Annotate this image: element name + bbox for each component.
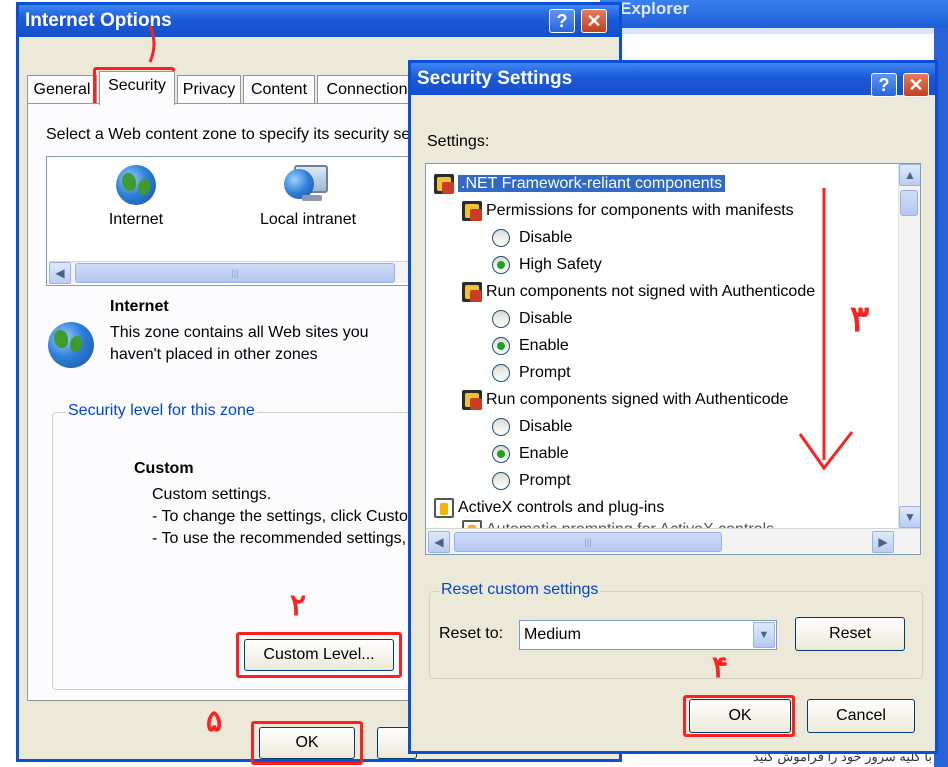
radio-label: High Safety: [519, 256, 602, 273]
settings-group-icon: [462, 200, 482, 221]
radio-signed-prompt[interactable]: Prompt: [492, 467, 571, 494]
scroll-thumb[interactable]: [900, 190, 918, 216]
annotation-step4: ۴: [712, 650, 729, 685]
reset-group-label: Reset custom settings: [439, 581, 601, 599]
tree-item-not-signed-label: Run components not signed with Authentic…: [486, 283, 816, 300]
radio-label: Disable: [519, 418, 573, 435]
reset-to-dropdown[interactable]: Medium ▼: [519, 620, 777, 650]
intranet-icon: [284, 165, 332, 205]
tab-content[interactable]: Content: [243, 75, 315, 103]
dotnet-icon: [434, 173, 454, 194]
zone-globe-icon: [48, 322, 94, 368]
internet-options-title: Internet Options: [25, 10, 172, 31]
scroll-thumb[interactable]: |||: [75, 263, 395, 283]
radio-not-signed-disable[interactable]: Disable: [492, 305, 572, 332]
radio-permissions-disable[interactable]: Disable: [492, 224, 572, 251]
radio-label: Enable: [519, 445, 569, 462]
radio-not-signed-enable[interactable]: Enable: [492, 332, 569, 359]
tree-item-dotnet-label: .NET Framework-reliant components: [458, 175, 726, 192]
tab-privacy[interactable]: Privacy: [177, 75, 241, 103]
annotation-step3: ۳: [850, 298, 870, 340]
tree-item-permissions[interactable]: Permissions for components with manifest…: [462, 197, 794, 224]
annotation-step2: ۲: [290, 588, 307, 623]
tab-connections[interactable]: Connection: [317, 75, 417, 103]
radio-button-selected[interactable]: [492, 444, 510, 463]
scroll-thumb[interactable]: |||: [454, 532, 722, 552]
help-button[interactable]: ?: [549, 9, 575, 33]
settings-group-icon: [462, 389, 482, 410]
zone-description-line2: haven't placed in other zones: [110, 346, 318, 363]
zone-title: Internet: [110, 298, 169, 315]
custom-level-highlight: [236, 632, 402, 678]
radio-button-selected[interactable]: [492, 255, 510, 274]
scroll-left-icon[interactable]: ◀: [49, 262, 71, 284]
radio-button[interactable]: [492, 309, 510, 328]
zone-internet[interactable]: Internet: [71, 165, 201, 229]
settings-label: Settings:: [427, 133, 490, 150]
tab-general[interactable]: General: [27, 75, 97, 103]
zone-local-intranet-label: Local intranet: [259, 211, 357, 228]
tree-item-signed-label: Run components signed with Authenticode: [486, 391, 789, 408]
radio-label: Disable: [519, 310, 573, 327]
radio-label: Prompt: [519, 364, 571, 381]
reset-button[interactable]: Reset: [795, 617, 905, 651]
close-button[interactable]: ✕: [903, 73, 929, 97]
chevron-down-icon[interactable]: ▼: [753, 622, 775, 648]
radio-signed-disable[interactable]: Disable: [492, 413, 572, 440]
radio-not-signed-prompt[interactable]: Prompt: [492, 359, 571, 386]
zone-internet-label: Internet: [108, 211, 164, 228]
radio-signed-enable[interactable]: Enable: [492, 440, 569, 467]
security-level-label: Security level for this zone: [66, 402, 257, 420]
help-button[interactable]: ?: [871, 73, 897, 97]
level-desc-2: - To change the settings, click Custon: [152, 508, 417, 525]
security-settings-title: Security Settings: [417, 68, 573, 89]
radio-button-selected[interactable]: [492, 336, 510, 355]
scroll-left-icon[interactable]: ◀: [428, 531, 450, 553]
reset-to-label: Reset to:: [439, 625, 504, 642]
tree-horizontal-scrollbar[interactable]: ◀ ||| ▶: [426, 528, 920, 554]
radio-label: Disable: [519, 229, 573, 246]
cancel-button[interactable]: Cancel: [807, 699, 915, 733]
tree-vertical-scrollbar[interactable]: ▲ ▼: [898, 164, 920, 530]
tree-item-dotnet[interactable]: .NET Framework-reliant components: [434, 170, 726, 197]
close-button[interactable]: ✕: [581, 9, 607, 33]
settings-group-icon: [462, 281, 482, 302]
radio-button[interactable]: [492, 471, 510, 490]
background-toolbar-strip: [600, 28, 934, 34]
radio-button[interactable]: [492, 228, 510, 247]
annotation-step5: ۵: [206, 704, 223, 739]
tree-item-signed[interactable]: Run components signed with Authenticode: [462, 386, 788, 413]
level-desc-1: Custom settings.: [152, 486, 272, 503]
ok-button-highlight: [251, 721, 363, 765]
globe-icon: [116, 165, 156, 205]
tree-item-not-signed[interactable]: Run components not signed with Authentic…: [462, 278, 815, 305]
level-desc-3: - To use the recommended settings, c: [152, 530, 419, 547]
reset-to-value: Medium: [524, 626, 581, 643]
scroll-right-icon[interactable]: ▶: [872, 531, 894, 553]
scroll-up-icon[interactable]: ▲: [899, 164, 920, 186]
radio-permissions-high-safety[interactable]: High Safety: [492, 251, 602, 278]
settings-tree[interactable]: .NET Framework-reliant components Permis…: [425, 163, 921, 555]
radio-label: Enable: [519, 337, 569, 354]
zone-description-line1: This zone contains all Web sites you: [110, 324, 369, 341]
scroll-down-icon[interactable]: ▼: [899, 506, 920, 528]
background-window-title: Explorer: [600, 0, 948, 28]
radio-label: Prompt: [519, 472, 571, 489]
zone-list-scrollbar[interactable]: ◀ |||: [49, 261, 423, 284]
zone-prompt: Select a Web content zone to specify its…: [46, 126, 411, 143]
activex-icon: [434, 497, 454, 518]
level-name: Custom: [134, 460, 194, 477]
tree-item-permissions-label: Permissions for components with manifest…: [486, 202, 794, 219]
zone-local-intranet[interactable]: Local intranet: [243, 165, 373, 229]
security-settings-titlebar[interactable]: Security Settings: [411, 63, 935, 95]
radio-button[interactable]: [492, 363, 510, 382]
radio-button[interactable]: [492, 417, 510, 436]
tab-security[interactable]: Security: [99, 71, 175, 105]
security-settings-dialog: Security Settings ? ✕ Settings: .NET Fra…: [408, 60, 938, 754]
internet-options-titlebar[interactable]: Internet Options: [19, 5, 619, 37]
tree-item-activex-label: ActiveX controls and plug-ins: [458, 499, 665, 516]
zone-list: Internet Local intranet ◀ |||: [46, 156, 426, 286]
ok-button-highlight: [683, 695, 795, 737]
